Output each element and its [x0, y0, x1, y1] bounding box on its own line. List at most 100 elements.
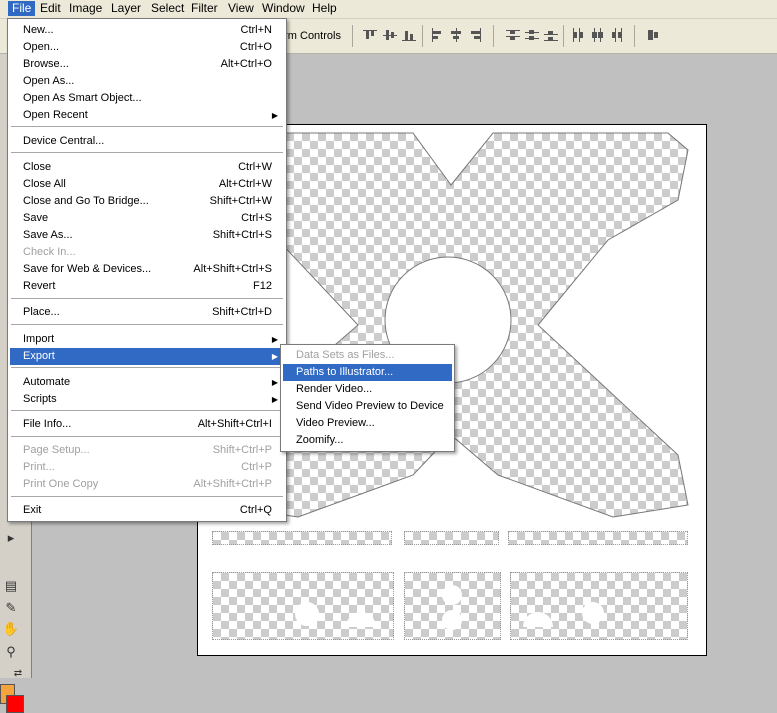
menu-item-shortcut: Alt+Shift+Ctrl+I: [197, 418, 272, 430]
menu-item-print-one-copy: Print One Copy Alt+Shift+Ctrl+P: [10, 476, 284, 493]
menu-item-shortcut: Alt+Ctrl+O: [220, 58, 272, 70]
card: [510, 572, 688, 640]
menu-separator: [11, 496, 283, 498]
menu-item-open-as-smart-object[interactable]: Open As Smart Object...: [10, 90, 284, 107]
align-horizontal-centers-icon[interactable]: [449, 28, 463, 42]
menu-separator: [11, 324, 283, 326]
submenu-item-paths-to-illustrator[interactable]: Paths to Illustrator...: [283, 364, 452, 381]
menu-item-label: Paths to Illustrator...: [296, 366, 394, 378]
align-top-edges-icon[interactable]: [363, 28, 377, 42]
menu-separator: [11, 298, 283, 300]
menu-item-place[interactable]: Place... Shift+Ctrl+D: [10, 304, 284, 321]
menu-item-label: Close: [23, 161, 52, 173]
export-submenu: Data Sets as Files... Paths to Illustrat…: [280, 344, 455, 452]
menu-item-new[interactable]: New... Ctrl+N: [10, 22, 284, 39]
menu-separator: [11, 410, 283, 412]
menu-item-shortcut: Shift+Ctrl+P: [212, 444, 272, 456]
menu-item-automate[interactable]: Automate ▶: [10, 374, 284, 391]
menu-item-label: Import: [23, 333, 55, 345]
submenu-arrow-icon: ▶: [271, 111, 278, 120]
submenu-item-send-video-preview[interactable]: Send Video Preview to Device: [283, 398, 452, 415]
separator: [493, 25, 494, 47]
menu-item-shortcut: F12: [253, 280, 272, 292]
menu-item-label: Render Video...: [296, 383, 373, 395]
distribute-vertical-centers-icon[interactable]: [525, 28, 539, 42]
menu-item-save-for-web[interactable]: Save for Web & Devices... Alt+Shift+Ctrl+…: [10, 261, 284, 278]
menu-item-label: Save for Web & Devices...: [23, 263, 152, 275]
menu-select[interactable]: Select: [147, 1, 188, 16]
menu-item-file-info[interactable]: File Info... Alt+Shift+Ctrl+I: [10, 416, 284, 433]
menu-item-label: Revert: [23, 280, 56, 292]
menu-item-label: Browse...: [23, 58, 69, 70]
menu-item-label: Automate: [23, 376, 71, 388]
auto-align-layers-icon[interactable]: [646, 28, 660, 42]
menu-view[interactable]: View: [224, 1, 258, 16]
submenu-arrow-icon: ▶: [271, 395, 278, 404]
menu-item-exit[interactable]: Exit Ctrl+Q: [10, 502, 284, 519]
menu-item-browse[interactable]: Browse... Alt+Ctrl+O: [10, 56, 284, 73]
submenu-item-data-sets-as-files: Data Sets as Files...: [283, 347, 452, 364]
menu-item-export[interactable]: Export ▶: [10, 348, 284, 365]
distribute-right-edges-icon[interactable]: [609, 28, 623, 42]
menu-item-revert[interactable]: Revert F12: [10, 278, 284, 295]
submenu-item-render-video[interactable]: Render Video...: [283, 381, 452, 398]
menu-window[interactable]: Window: [258, 1, 309, 16]
menu-image[interactable]: Image: [65, 1, 106, 16]
submenu-item-video-preview[interactable]: Video Preview...: [283, 415, 452, 432]
menu-edit[interactable]: Edit: [36, 1, 65, 16]
distribute-bottom-edges-icon[interactable]: [544, 28, 558, 42]
menu-item-label: Open Recent: [23, 109, 88, 121]
align-bottom-edges-icon[interactable]: [402, 28, 416, 42]
strip: [212, 531, 392, 545]
menu-item-shortcut: Alt+Shift+Ctrl+S: [193, 263, 272, 275]
menu-item-label: Send Video Preview to Device: [296, 400, 444, 412]
menu-item-device-central[interactable]: Device Central...: [10, 133, 284, 150]
menu-item-open-recent[interactable]: Open Recent ▶: [10, 107, 284, 124]
menu-item-close[interactable]: Close Ctrl+W: [10, 159, 284, 176]
menu-item-label: Place...: [23, 306, 60, 318]
menu-file[interactable]: File: [8, 1, 36, 16]
menu-item-label: Print...: [23, 461, 55, 473]
menu-separator: [11, 126, 283, 128]
menu-item-close-and-go-to-bridge[interactable]: Close and Go To Bridge... Shift+Ctrl+W: [10, 193, 284, 210]
menu-item-label: Check In...: [23, 246, 76, 258]
menu-item-label: Device Central...: [23, 135, 105, 147]
menu-item-close-all[interactable]: Close All Alt+Ctrl+W: [10, 176, 284, 193]
strip: [508, 531, 688, 545]
menu-item-open[interactable]: Open... Ctrl+O: [10, 39, 284, 56]
submenu-arrow-icon: ▶: [271, 335, 278, 344]
submenu-item-zoomify[interactable]: Zoomify...: [283, 432, 452, 449]
background-color-swatch[interactable]: [6, 695, 24, 713]
align-vertical-centers-icon[interactable]: [383, 28, 397, 42]
menu-item-save[interactable]: Save Ctrl+S: [10, 210, 284, 227]
menu-item-scripts[interactable]: Scripts ▶: [10, 391, 284, 408]
menu-item-label: Data Sets as Files...: [296, 349, 395, 361]
menu-item-label: Close and Go To Bridge...: [23, 195, 149, 207]
file-menu: New... Ctrl+N Open... Ctrl+O Browse... Alt+…: [7, 18, 287, 522]
menu-item-shortcut: Ctrl+O: [239, 41, 272, 53]
menu-item-shortcut: Ctrl+S: [241, 212, 272, 224]
card: [212, 572, 394, 640]
align-right-edges-icon[interactable]: [468, 28, 482, 42]
eyedropper-tool-icon[interactable]: ✎: [1, 599, 21, 617]
menu-item-label: Save: [23, 212, 49, 224]
menu-item-open-as[interactable]: Open As...: [10, 73, 284, 90]
hand-tool-icon[interactable]: ✋: [1, 620, 21, 638]
menu-filter[interactable]: Filter: [187, 1, 222, 16]
menu-item-save-as[interactable]: Save As... Shift+Ctrl+S: [10, 227, 284, 244]
show-transform-controls-label[interactable]: orm Controls: [278, 30, 341, 42]
menu-item-print: Print... Ctrl+P: [10, 459, 284, 476]
distribute-top-edges-icon[interactable]: [506, 28, 520, 42]
swap-colors-icon[interactable]: ⇄: [12, 665, 24, 683]
zoom-tool-icon[interactable]: ⚲: [1, 643, 21, 661]
menu-help[interactable]: Help: [308, 1, 341, 16]
distribute-left-edges-icon[interactable]: [571, 28, 585, 42]
menu-item-import[interactable]: Import ▶: [10, 331, 284, 348]
distribute-horizontal-centers-icon[interactable]: [590, 28, 604, 42]
menu-item-label: Exit: [23, 504, 42, 516]
notes-tool-icon[interactable]: ▤: [1, 577, 21, 595]
menu-layer[interactable]: Layer: [107, 1, 145, 16]
move-tool-icon[interactable]: ▸: [1, 529, 21, 547]
align-left-edges-icon[interactable]: [430, 28, 444, 42]
menu-item-label: Scripts: [23, 393, 57, 405]
